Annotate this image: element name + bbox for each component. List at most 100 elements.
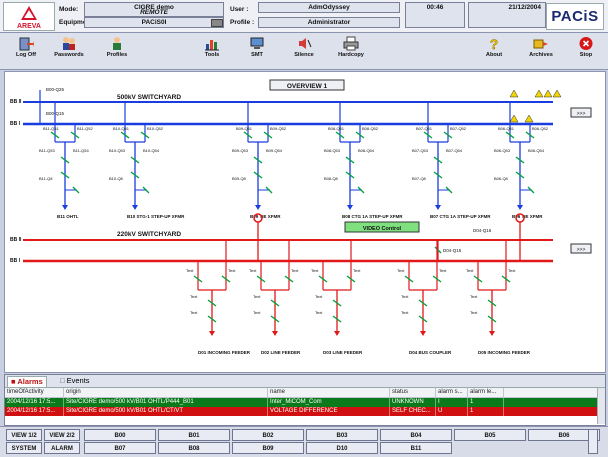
- video-control-button[interactable]: VIDEO Control: [344, 221, 420, 233]
- user-value: AdmOdyssey: [308, 4, 350, 11]
- passwords-button[interactable]: Passwords: [49, 35, 89, 67]
- chart-tools-icon: [205, 40, 219, 51]
- feeder-tag: Text: [253, 310, 261, 315]
- alarm-scrollbar[interactable]: [597, 388, 605, 424]
- alarm-row[interactable]: 2004/12/16 17:5... Site/CIGRE demo/500 k…: [5, 407, 605, 416]
- tab-events[interactable]: □ Events: [57, 376, 93, 386]
- feeder-name: D04 BUS COUPLER: [409, 350, 452, 355]
- nav-b02[interactable]: B02: [232, 429, 304, 441]
- alarm-name: Inter_MiCOM_Com: [268, 398, 390, 407]
- alarm-row[interactable]: 2004/12/16 17:5... Site/CIGRE demo/500 k…: [5, 398, 605, 407]
- feeder-220-3[interactable]: Text Text Text Text D03 LINE FEEDER: [311, 240, 363, 355]
- switch-label: B11-Q51: [43, 126, 59, 131]
- next-page-button-220[interactable]: >>>: [570, 243, 592, 254]
- bay-500-3[interactable]: B09-Q51 B09-Q52B09-Q53 B09-Q54B09-Q8B09 TI…: [232, 102, 287, 219]
- logoff-button[interactable]: Log Off: [6, 35, 46, 67]
- feeder-name: D03 LINE FEEDER: [323, 350, 363, 355]
- nav-b09[interactable]: B09: [232, 442, 304, 454]
- col-status[interactable]: status: [390, 388, 436, 397]
- nav-system[interactable]: SYSTEM: [6, 442, 42, 454]
- video-control-label: VIDEO Control: [363, 226, 402, 232]
- bay-500-1[interactable]: B11-Q51 B11-Q52 B11-Q53 B11-Q54 B11-Q8 B11 OH…: [39, 102, 93, 219]
- speaker-mute-icon: [299, 38, 312, 49]
- switch-label: B07-Q54: [446, 148, 463, 153]
- feeder-tag: Text: [397, 268, 405, 273]
- bus-500-bbi-label: BB I: [10, 121, 21, 127]
- stop-icon: [579, 37, 593, 50]
- tab-alarms[interactable]: ■ Alarms: [7, 376, 47, 387]
- about-label: About: [485, 52, 503, 58]
- tools-button[interactable]: Tools: [192, 35, 232, 67]
- nav-scroll-arrows[interactable]: [588, 429, 598, 454]
- next-page-button-500[interactable]: >>>: [570, 107, 592, 118]
- alarm-panel: ■ Alarms □ Events timeOfActivity origin …: [4, 374, 606, 426]
- nav-b08[interactable]: B08: [158, 442, 230, 454]
- nav-b11[interactable]: B11: [380, 442, 452, 454]
- nav-b00[interactable]: B00: [84, 429, 156, 441]
- switch-label: B08-Q53: [324, 148, 341, 153]
- archives-button[interactable]: Archives: [521, 35, 561, 67]
- nav-b05[interactable]: B05: [454, 429, 526, 441]
- col-time-of-activity[interactable]: timeOfActivity: [5, 388, 64, 397]
- bay-name: B10 STG-1 STEP-UP XFMR: [127, 214, 185, 219]
- bay-name: B11 OHTL: [57, 214, 79, 219]
- overview-button-label: OVERVIEW 1: [287, 83, 328, 90]
- smt-button[interactable]: SMT: [237, 35, 277, 67]
- feeder-220-4[interactable]: Text Text Text Text D04 BUS COUPLER: [397, 240, 452, 355]
- nav-b04[interactable]: B04: [380, 429, 452, 441]
- nav-b03[interactable]: B03: [306, 429, 378, 441]
- bay-500-4[interactable]: B08-Q51 B08-Q52 B08-Q53 B08-Q54 B08-Q8 B08 CT…: [324, 102, 403, 219]
- alarm-state: U: [436, 407, 468, 416]
- alarm-origin: Site/CIGRE demo/500 kV/B01 OHTL/P444_B01: [64, 398, 268, 407]
- feeder-tag: Text: [228, 268, 236, 273]
- mode-label: Mode:: [59, 6, 79, 13]
- hardcopy-button[interactable]: Hardcopy: [331, 35, 371, 67]
- equipment-field: PACiS0I: [84, 17, 224, 28]
- switch-label: B09-Q52: [270, 126, 287, 131]
- bay-500-6[interactable]: B06-Q51 B06-Q52B06-Q53 B06-Q54B06-Q8B06 TI…: [494, 102, 549, 219]
- col-alarm-state[interactable]: alarm s...: [436, 388, 468, 397]
- hardcopy-label: Hardcopy: [338, 52, 364, 58]
- nav-d10[interactable]: D10: [306, 442, 378, 454]
- feeder-220-2[interactable]: Text Text Text Text D02 LINE FEEDER: [249, 240, 301, 355]
- switch-label: B11-Q54: [73, 148, 89, 153]
- alarm-name: VOLTAGE DIFFERENCE: [268, 407, 390, 416]
- feeder-220-5[interactable]: Text Text Text Text D05 INCOMING FEEDER: [466, 240, 531, 355]
- alarm-level: 1: [468, 407, 504, 416]
- nav-view-1[interactable]: VIEW 1/2: [6, 429, 42, 441]
- bay-500-5[interactable]: B07-Q51 B07-Q52 B07-Q53 B07-Q54 B07-Q8 B07 CT…: [412, 102, 491, 219]
- bottom-navigation: VIEW 1/2 VIEW 2/2 B00 B01 B02 B03 B04 B0…: [0, 426, 608, 457]
- stop-button[interactable]: Stop: [566, 35, 606, 67]
- col-origin[interactable]: origin: [64, 388, 268, 397]
- stop-label: Stop: [579, 52, 593, 58]
- col-name[interactable]: name: [268, 388, 390, 397]
- profiles-label: Profiles: [106, 52, 128, 58]
- date-field: 21/12/2004: [468, 2, 546, 28]
- switch-label: B07-Q52: [450, 126, 467, 131]
- switch-label: B11-Q52: [77, 126, 93, 131]
- silence-button[interactable]: Silence: [284, 35, 324, 67]
- profile-field: Administrator: [258, 17, 400, 28]
- switchyard-220-title: 220kV SWITCHYARD: [117, 231, 181, 238]
- nav-alarm[interactable]: ALARM: [44, 442, 80, 454]
- monitor-icon: [250, 37, 264, 49]
- nav-b01[interactable]: B01: [158, 429, 230, 441]
- profiles-button[interactable]: Profiles: [97, 35, 137, 67]
- bay-500-2[interactable]: B10-Q51 B10-Q52 B10-Q53 B10-Q54 B10-Q8 B10 ST…: [109, 102, 185, 219]
- next-page-label-500: >>>: [577, 111, 586, 117]
- nav-view-2[interactable]: VIEW 2/2: [44, 429, 80, 441]
- switch-label: B06-Q54: [528, 148, 545, 153]
- alarm-table-header: timeOfActivity origin name status alarm …: [5, 388, 605, 398]
- equipment-value: PACiS0I: [141, 19, 167, 26]
- about-button[interactable]: ? About: [474, 35, 514, 67]
- col-alarm-level[interactable]: alarm le...: [468, 388, 504, 397]
- overview-button[interactable]: OVERVIEW 1: [269, 79, 345, 91]
- equipment-status-icon: [211, 19, 223, 27]
- bus-220-bbii-label: BB II: [10, 237, 22, 243]
- alarm-status: SELF CHEC...: [390, 407, 436, 416]
- feeder-tag: Text: [311, 268, 319, 273]
- nav-b07[interactable]: B07: [84, 442, 156, 454]
- feeder-220-1[interactable]: Text Text Text Text D01 INCOMING FEEDER: [186, 240, 251, 355]
- logoff-label: Log Off: [16, 52, 36, 58]
- feeder-name: D05 INCOMING FEEDER: [478, 350, 531, 355]
